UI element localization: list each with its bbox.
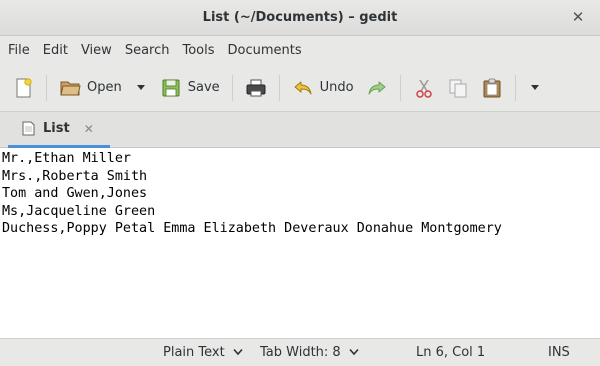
editor-line: Mr.,Ethan Miller: [2, 151, 131, 166]
new-button[interactable]: [6, 71, 40, 105]
tab-label: List: [43, 121, 70, 136]
tab-list[interactable]: List ✕: [8, 112, 110, 148]
undo-button[interactable]: Undo: [286, 71, 360, 105]
copy-button[interactable]: [441, 71, 475, 105]
editor-line: Tom and Gwen,Jones: [2, 186, 148, 202]
window-title: List (~/Documents) – gedit: [202, 10, 398, 25]
chevron-down-icon: [530, 84, 539, 90]
cursor-position: Ln 6, Col 1: [416, 345, 486, 360]
chevron-down-icon: [233, 348, 243, 356]
undo-label: Undo: [319, 80, 354, 95]
editor-line: Ms,Jacqueline Green: [2, 203, 156, 219]
redo-button[interactable]: [360, 71, 394, 105]
text-editor[interactable]: Mr.,Ethan Miller Mrs.,Roberta Smith Tom …: [0, 148, 600, 338]
tab-width-label: Tab Width: 8: [260, 345, 341, 360]
menu-view[interactable]: View: [75, 43, 118, 58]
status-bar: Plain Text Tab Width: 8 Ln 6, Col 1 INS: [0, 338, 600, 366]
new-document-icon: [16, 77, 32, 97]
tab-width-selector[interactable]: Tab Width: 8: [260, 345, 359, 360]
menu-bar: File Edit View Search Tools Documents: [0, 36, 600, 64]
save-icon: [162, 79, 180, 96]
toolbar-separator: [399, 74, 401, 101]
clipboard-icon: [483, 78, 501, 97]
open-label: Open: [87, 80, 122, 95]
paste-button[interactable]: [475, 71, 509, 105]
toolbar-separator: [231, 74, 233, 101]
scissors-icon: [415, 79, 432, 98]
toolbar-overflow-menu[interactable]: [522, 71, 548, 105]
printer-icon: [246, 79, 266, 96]
toolbar-separator: [514, 74, 516, 101]
tab-close-icon[interactable]: ✕: [84, 122, 94, 136]
language-label: Plain Text: [163, 345, 225, 360]
menu-edit[interactable]: Edit: [37, 43, 74, 58]
save-label: Save: [187, 80, 220, 95]
open-recent-dropdown[interactable]: [128, 71, 154, 105]
folder-open-icon: [60, 81, 81, 95]
menu-tools[interactable]: Tools: [176, 43, 220, 58]
save-button[interactable]: Save: [154, 71, 226, 105]
toolbar: Open Save Undo: [0, 64, 600, 112]
document-tab-bar: List ✕: [0, 112, 600, 148]
language-selector[interactable]: Plain Text: [163, 345, 243, 360]
editor-line: Duchess,Poppy Petal Emma Elizabeth Dever…: [2, 221, 502, 237]
chevron-down-icon: [136, 84, 145, 90]
toolbar-separator: [46, 74, 47, 101]
cut-button[interactable]: [407, 71, 441, 105]
toolbar-separator: [278, 74, 280, 101]
menu-file[interactable]: File: [2, 43, 36, 58]
undo-icon: [294, 81, 312, 94]
insert-mode-indicator: INS: [548, 345, 570, 360]
open-button[interactable]: Open: [53, 71, 128, 105]
chevron-down-icon: [349, 348, 359, 356]
close-icon[interactable]: ✕: [570, 9, 586, 25]
editor-line: Mrs.,Roberta Smith: [2, 168, 148, 184]
redo-icon: [368, 81, 386, 94]
copy-icon: [449, 79, 467, 97]
text-document-icon: [22, 121, 35, 136]
menu-search[interactable]: Search: [119, 43, 176, 58]
title-bar: List (~/Documents) – gedit ✕: [0, 0, 600, 36]
menu-documents[interactable]: Documents: [222, 43, 308, 58]
print-button[interactable]: [239, 71, 273, 105]
